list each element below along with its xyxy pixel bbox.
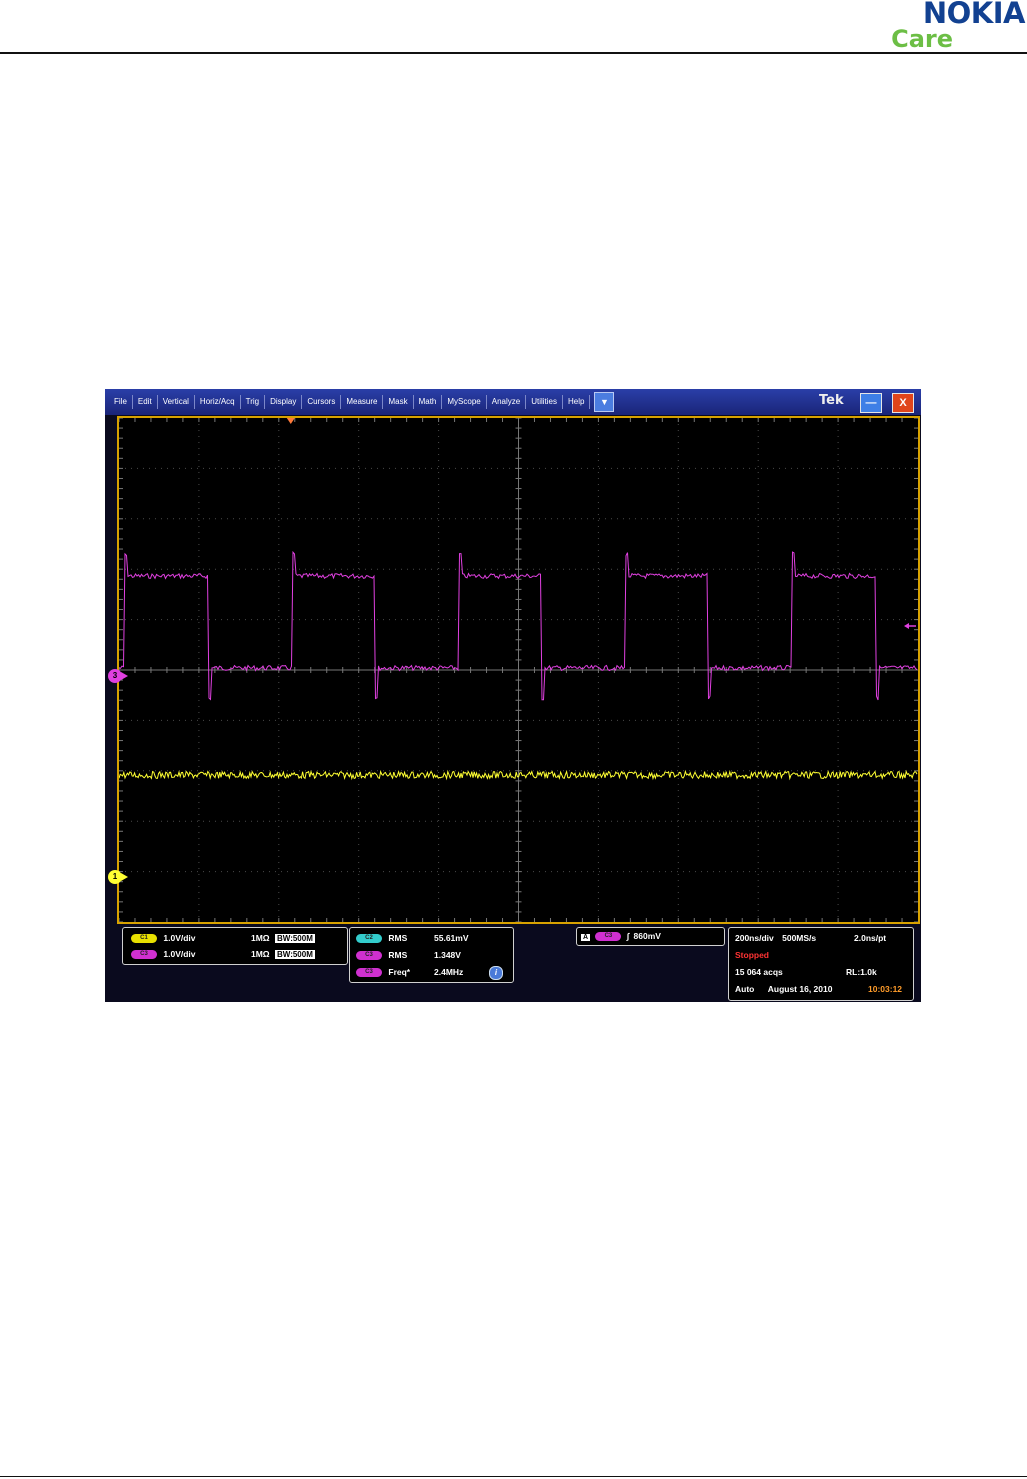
meas3-value: 2.4MHz <box>434 967 464 977</box>
ch3-marker-arrow-icon <box>121 672 128 680</box>
header-rule <box>0 52 1027 54</box>
nokia-wordmark: NOKIA <box>922 0 1026 30</box>
menu-trig[interactable]: Trig <box>241 395 266 409</box>
trigger-level-arrow-icon <box>904 623 909 629</box>
menu-vertical[interactable]: Vertical <box>158 395 195 409</box>
resolution: 2.0ns/pt <box>854 933 887 943</box>
menu-edit[interactable]: Edit <box>133 395 158 409</box>
meas2-name: RMS <box>388 950 408 960</box>
sample-rate: 500MS/s <box>782 933 817 943</box>
ch3-ground-marker[interactable]: 3 <box>108 669 122 683</box>
ch3-scale: 1.0V/div <box>163 949 196 959</box>
acq-count: 15 064 acqs <box>735 967 783 977</box>
oscilloscope-window: File Edit Vertical Horiz/Acq Trig Displa… <box>105 389 921 1002</box>
acq-date: August 16, 2010 <box>767 984 833 994</box>
trigger-a-label: A <box>581 934 591 941</box>
menu-help[interactable]: Help <box>563 395 591 409</box>
channel-settings-panel[interactable]: C1 1.0V/div 1MΩ BW:500M C3 1.0V/div 1MΩ … <box>122 927 348 965</box>
care-wordmark: Care <box>891 25 953 53</box>
acq-time: 10:03:12 <box>868 984 903 994</box>
waveform-display[interactable] <box>117 416 920 924</box>
trigger-slope-icon: ∫ <box>626 931 630 941</box>
meas3-name: Freq* <box>388 967 411 977</box>
ch3-badge[interactable]: C3 <box>131 950 157 960</box>
ch1-impedance: 1MΩ <box>251 933 270 943</box>
acq-state: Stopped <box>735 950 769 960</box>
ch1-bandwidth: W:500M <box>282 934 313 943</box>
footer-rule <box>0 1476 1027 1477</box>
minimize-icon[interactable]: — <box>860 393 882 413</box>
ch1-scale: 1.0V/div <box>163 933 196 943</box>
menu-file[interactable]: File <box>109 395 133 409</box>
menu-cursors[interactable]: Cursors <box>302 395 342 409</box>
menu-bar: File Edit Vertical Horiz/Acq Trig Displa… <box>105 389 921 415</box>
measurement-panel[interactable]: C2 RMS 55.61mV C3 RMS 1.348V C3 Freq* 2.… <box>349 927 514 983</box>
meas1-value: 55.61mV <box>434 933 469 943</box>
trigger-source-badge: C3 <box>595 932 622 942</box>
menu-measure[interactable]: Measure <box>341 395 384 409</box>
ch1-marker-arrow-icon <box>121 873 128 881</box>
timebase: 200ns/div <box>735 933 774 943</box>
meas2-value: 1.348V <box>434 950 461 960</box>
meas2-badge: C3 <box>356 951 382 961</box>
meas1-badge: C2 <box>356 934 382 944</box>
waveform-graticule <box>119 418 918 922</box>
close-icon[interactable]: X <box>892 393 914 413</box>
meas3-badge: C3 <box>356 968 382 978</box>
ch1-badge[interactable]: C1 <box>131 934 157 944</box>
ch3-impedance: 1MΩ <box>251 949 270 959</box>
ch1-ground-marker[interactable]: 1 <box>108 870 122 884</box>
menu-display[interactable]: Display <box>265 395 303 409</box>
ch3-bandwidth: W:500M <box>282 950 313 959</box>
record-length: RL:1.0k <box>846 967 877 977</box>
meas1-name: RMS <box>388 933 408 943</box>
nokia-care-logo: NOKIA Care <box>891 0 1025 52</box>
acquisition-panel[interactable]: 200ns/div 500MS/s 2.0ns/pt Stopped 15 06… <box>728 927 914 1001</box>
menu-horiz-acq[interactable]: Horiz/Acq <box>195 395 241 409</box>
menu-utilities[interactable]: Utilities <box>526 395 563 409</box>
menu-mask[interactable]: Mask <box>383 395 414 409</box>
trigger-level: 860mV <box>633 931 661 941</box>
menu-math[interactable]: Math <box>414 395 443 409</box>
dropdown-arrow-icon[interactable]: ▼ <box>594 392 615 412</box>
trigger-mode: Auto <box>735 984 755 994</box>
trigger-position-icon <box>286 418 295 424</box>
menu-analyze[interactable]: Analyze <box>487 395 527 409</box>
info-icon[interactable]: i <box>489 966 503 980</box>
menu-myscope[interactable]: MyScope <box>442 395 487 409</box>
tek-logo: Tek <box>819 393 844 408</box>
trigger-panel[interactable]: A C3 ∫ 860mV <box>576 927 725 946</box>
